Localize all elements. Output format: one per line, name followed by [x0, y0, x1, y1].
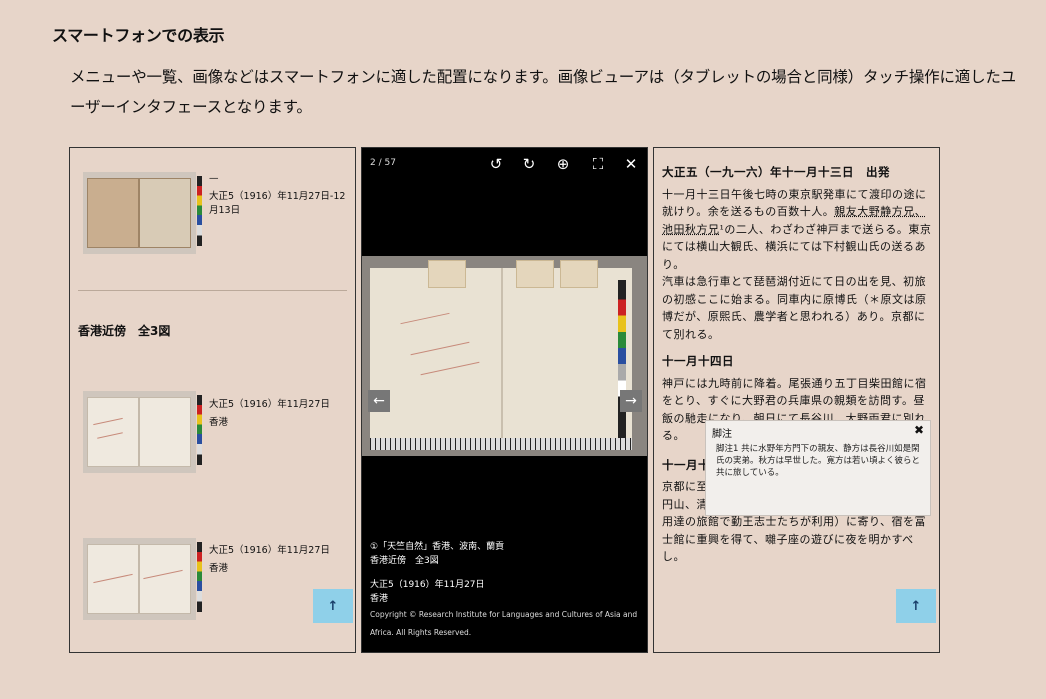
footnote-popup: 脚注 ✖ 脚注1 共に水野年方門下の親友、静方は長谷川如是閑氏の実弟。秋方は早世…	[705, 420, 931, 516]
viewer-image[interactable]: ← →	[362, 256, 647, 456]
scroll-top-button[interactable]: ↑	[313, 589, 353, 623]
next-page-button[interactable]: →	[620, 390, 642, 412]
arrow-up-icon: ↑	[327, 598, 339, 614]
list-item-place: 香港	[209, 563, 229, 574]
rotate-left-icon[interactable]: ↺	[485, 154, 507, 174]
entry-body: 十一月十三日午後七時の東京駅発車にて渡印の途に就けり。余を送るもの百数十人。親友…	[662, 186, 934, 274]
entry-text: 汽車は急行車とて琵琶湖付近にて日の出を見、初旅の初感ここに始まる。同車内に原博氏…	[662, 275, 927, 341]
smartphone-list-panel: — 大正5（1916）年11月27日-12月13日 香港近傍 全3図 大正5（1…	[69, 147, 356, 653]
section-heading: スマートフォンでの表示	[52, 26, 225, 45]
list-item-date: 大正5（1916）年11月27日	[209, 545, 330, 556]
thumbnail-cover[interactable]	[83, 172, 202, 254]
entry-heading: 大正五（一九一六）年十一月十三日 出発	[662, 165, 890, 179]
caption-title: ①「天竺自然」香港、波南、蘭貢	[370, 542, 505, 552]
caption-place: 香港	[370, 594, 389, 604]
book-image	[370, 260, 632, 450]
footnote-title: 脚注	[712, 429, 732, 440]
fullscreen-icon[interactable]: ⛶	[587, 154, 609, 174]
list-item-meta: 大正5（1916）年11月27日 香港	[209, 544, 349, 576]
thumbnail-sketch-2[interactable]	[83, 538, 202, 620]
copyright-text: Copyright © Research Institute for Langu…	[370, 610, 638, 637]
list-item-title: —	[209, 173, 219, 184]
list-item-date: 大正5（1916）年11月27日	[209, 399, 330, 410]
page-counter: 2 / 57	[370, 158, 396, 168]
list-item-meta: — 大正5（1916）年11月27日-12月13日	[209, 172, 349, 218]
list-item-date: 大正5（1916）年11月27日-12月13日	[209, 191, 346, 216]
transcription-panel: 大正五（一九一六）年十一月十三日 出発 十一月十三日午後七時の東京駅発車にて渡印…	[653, 147, 940, 653]
caption-group: 香港近傍 全3図	[370, 556, 439, 566]
zoom-in-icon[interactable]: ⊕	[552, 154, 574, 174]
list-item-place: 香港	[209, 417, 229, 428]
thumbnail-sketch-1[interactable]	[83, 391, 202, 473]
caption-date: 大正5（1916）年11月27日	[370, 580, 485, 590]
close-icon[interactable]: ✖	[914, 423, 924, 437]
scroll-top-button[interactable]: ↑	[896, 589, 936, 623]
group-title: 香港近傍 全3図	[78, 324, 171, 338]
entry-heading: 十一月十四日	[662, 354, 734, 368]
rotate-right-icon[interactable]: ↻	[518, 154, 540, 174]
list-item-meta: 大正5（1916）年11月27日 香港	[209, 398, 349, 430]
prev-page-button[interactable]: ←	[368, 390, 390, 412]
divider	[78, 290, 347, 291]
viewer-caption: ①「天竺自然」香港、波南、蘭貢 香港近傍 全3図 大正5（1916）年11月27…	[370, 540, 642, 642]
footnote-body: 脚注1 共に水野年方門下の親友、静方は長谷川如是閑氏の実弟。秋方は早世した。寛方…	[716, 444, 921, 478]
arrow-up-icon: ↑	[910, 598, 922, 614]
close-icon[interactable]: ✕	[620, 154, 642, 174]
section-description: メニューや一覧、画像などはスマートフォンに適した配置になります。画像ビューアは（…	[70, 68, 1016, 116]
image-viewer-panel: 2 / 57 ↺ ↻ ⊕ ⛶ ✕ ← → ①「天竺自然」香港、波南、蘭貢 香港近…	[361, 147, 648, 653]
